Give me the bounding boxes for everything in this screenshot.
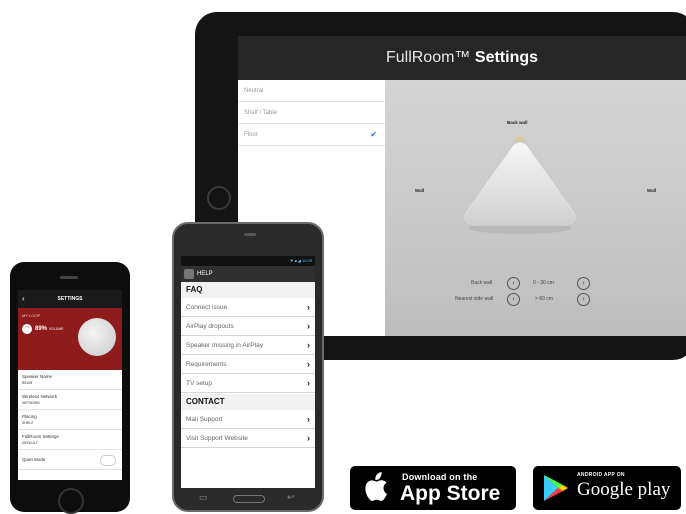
back-nav-icon[interactable]: ▭	[199, 492, 208, 503]
quiet-mode-toggle[interactable]	[100, 455, 116, 466]
app-store-badge[interactable]: Download on the App Store	[350, 466, 516, 510]
placement-option-shelf[interactable]: Shelf / Table	[238, 102, 385, 124]
settings-row-value: SHELF	[22, 421, 34, 425]
speaker-triangle-icon	[463, 136, 577, 234]
gplay-small-text: ANDROID APP ON	[577, 472, 625, 478]
settings-row-key: Speaker Name	[22, 374, 53, 379]
placement-option-label: Shelf / Table	[244, 110, 277, 116]
left-wall-label: Wall	[415, 188, 425, 193]
google-play-logo-icon	[544, 475, 568, 501]
android-nav-bar: ▭ ↩	[181, 491, 315, 507]
placement-option-neutral[interactable]: Neutral	[238, 80, 385, 102]
speaker-image	[78, 318, 116, 356]
appstore-big-text: App Store	[400, 482, 501, 505]
contact-item-label: Visit Support Website	[186, 435, 248, 442]
appstore-small-text: Download on the	[402, 472, 478, 482]
decrease-back-wall-button[interactable]: ‹	[507, 277, 520, 290]
settings-row-key: FullRoom Settings	[22, 434, 59, 439]
settings-row[interactable]: Speaker Name BEAM	[18, 370, 122, 390]
side-wall-distance-value: > 60 cm	[535, 296, 553, 302]
status-bar: ▼▲◢ 10:29	[181, 256, 315, 266]
home-nav-icon[interactable]	[233, 495, 265, 503]
volume-readout: 89% VOLUME	[35, 324, 63, 334]
side-wall-distance-label: Nearest side wall	[455, 296, 494, 302]
phone-speaker-grille	[60, 276, 78, 279]
room-diagram: Back wall Wall Wall Back wall ‹ 0 - 30 c…	[385, 80, 686, 336]
recents-nav-icon[interactable]: ↩	[287, 492, 295, 503]
decrease-side-wall-button[interactable]: ‹	[507, 293, 520, 306]
settings-title: FullRoom™ Settings	[238, 36, 686, 80]
settings-row-key: Quiet Mode	[22, 457, 46, 462]
chevron-right-icon: ›	[307, 359, 310, 369]
chevron-right-icon: ›	[307, 414, 310, 424]
chevron-right-icon: ›	[307, 340, 310, 350]
placement-option-floor[interactable]: Floor ✔	[238, 124, 385, 146]
volume-percent: 89%	[35, 326, 48, 332]
contact-item-label: Mail Support	[186, 416, 223, 423]
gplay-big-text: Google play	[577, 479, 671, 500]
settings-row-key: Placing	[22, 414, 37, 419]
chevron-right-icon: ›	[307, 378, 310, 388]
faq-item-label: Requirements	[186, 361, 227, 368]
volume-caption: VOLUME	[48, 327, 64, 331]
apple-logo-icon	[362, 472, 388, 508]
settings-row-quiet-mode: Quiet Mode	[18, 450, 122, 470]
faq-item-label: AirPlay dropouts	[186, 323, 234, 330]
phone-speaker-grille	[244, 233, 256, 236]
contact-item[interactable]: Visit Support Website ›	[181, 429, 315, 448]
contact-item[interactable]: Mail Support ›	[181, 410, 315, 429]
android-screen: ▼▲◢ 10:29 HELP FAQ Connect issue › AirPl…	[181, 256, 315, 488]
tablet-home-button[interactable]	[207, 186, 231, 210]
settings-row-value: NETWORK	[22, 401, 41, 405]
back-chevron-icon[interactable]: ‹	[22, 290, 25, 308]
back-wall-distance-label: Back wall	[471, 280, 493, 286]
placement-option-label: Neutral	[244, 88, 264, 94]
speaker-hero: MY LOOP ◠ 89% VOLUME	[18, 308, 122, 370]
back-wall-label: Back wall	[507, 120, 528, 125]
back-wall-distance-value: 0 - 30 cm	[533, 280, 554, 286]
chevron-right-icon: ›	[307, 433, 310, 443]
google-play-badge[interactable]: ANDROID APP ON Google play	[533, 466, 681, 510]
speaker-group-label: MY LOOP	[22, 313, 41, 318]
chevron-right-icon: ›	[307, 302, 310, 312]
faq-item-label: Speaker missing in AirPlay	[186, 342, 263, 349]
iphone-home-button[interactable]	[58, 488, 84, 514]
faq-item-label: Connect issue	[186, 304, 228, 311]
nav-title: SETTINGS	[57, 296, 83, 302]
title-bold: Settings	[474, 49, 539, 66]
settings-row[interactable]: Wireless Network NETWORK	[18, 390, 122, 410]
settings-row-key: Wireless Network	[22, 394, 58, 399]
section-header-faq: FAQ	[181, 282, 315, 298]
chevron-right-icon: ›	[307, 321, 310, 331]
increase-side-wall-button[interactable]: ›	[577, 293, 590, 306]
iphone-screen: ‹ SETTINGS MY LOOP ◠ 89% VOLUME Speaker …	[18, 290, 122, 480]
checkmark-icon: ✔	[370, 130, 377, 139]
settings-row-value: BEAM	[22, 381, 33, 385]
app-title: HELP	[197, 271, 213, 277]
right-wall-label: Wall	[647, 188, 657, 193]
faq-item[interactable]: AirPlay dropouts ›	[181, 317, 315, 336]
android-phone: ▼▲◢ 10:29 HELP FAQ Connect issue › AirPl…	[172, 222, 324, 512]
faq-item[interactable]: TV setup ›	[181, 374, 315, 393]
settings-row-value: DEFAULT	[22, 441, 38, 445]
faq-item[interactable]: Requirements ›	[181, 355, 315, 374]
wifi-icon: ◠	[22, 324, 32, 334]
faq-item-label: TV setup	[186, 380, 213, 387]
faq-item[interactable]: Speaker missing in AirPlay ›	[181, 336, 315, 355]
title-light: FullRoom™	[385, 49, 471, 66]
iphone-device: ‹ SETTINGS MY LOOP ◠ 89% VOLUME Speaker …	[10, 262, 130, 514]
placement-option-label: Floor	[244, 132, 258, 138]
settings-nav-bar: ‹ SETTINGS	[18, 290, 122, 308]
app-bar: HELP	[181, 266, 315, 282]
settings-row[interactable]: Placing SHELF	[18, 410, 122, 430]
increase-back-wall-button[interactable]: ›	[577, 277, 590, 290]
section-header-contact: CONTACT	[181, 394, 315, 410]
app-logo-icon	[184, 269, 194, 279]
faq-item[interactable]: Connect issue ›	[181, 298, 315, 317]
settings-row[interactable]: FullRoom Settings DEFAULT	[18, 430, 122, 450]
